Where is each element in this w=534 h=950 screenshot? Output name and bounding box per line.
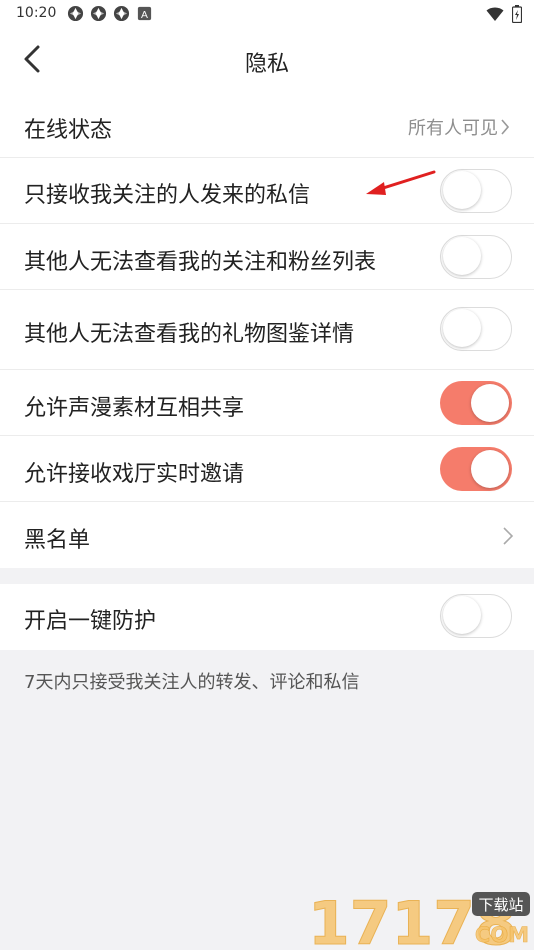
app-icon bbox=[67, 5, 84, 22]
page-title: 隐私 bbox=[244, 52, 289, 77]
protection-section: 开启一键防护 bbox=[0, 584, 534, 650]
navigation-bar: 隐私 bbox=[0, 28, 534, 92]
system-icons bbox=[486, 5, 522, 23]
chevron-right-icon bbox=[503, 527, 514, 545]
a-badge-icon: A bbox=[137, 6, 152, 21]
one-key-protection-row: 开启一键防护 bbox=[0, 584, 534, 650]
toggle-knob bbox=[443, 237, 481, 275]
privacy-settings-section: 在线状态 所有人可见 只接收我关注的人发来的私信 其他人无法查看我的关注和粉丝列… bbox=[0, 92, 534, 568]
protection-note: 7天内只接受我关注人的转发、评论和私信 bbox=[24, 672, 360, 693]
app-icon bbox=[113, 5, 130, 22]
blacklist-row[interactable]: 黑名单 bbox=[0, 502, 534, 568]
theater-invites-toggle[interactable] bbox=[440, 447, 512, 491]
hide-gift-collection-row: 其他人无法查看我的礼物图鉴详情 bbox=[0, 290, 534, 370]
battery-icon bbox=[512, 5, 522, 23]
hide-gift-collection-label: 其他人无法查看我的礼物图鉴详情 bbox=[24, 322, 355, 347]
online-status-row[interactable]: 在线状态 所有人可见 bbox=[0, 92, 534, 158]
one-key-protection-toggle[interactable] bbox=[440, 594, 512, 638]
hide-gift-collection-toggle[interactable] bbox=[440, 307, 512, 351]
one-key-protection-label: 开启一键防护 bbox=[24, 609, 157, 634]
toggle-knob bbox=[471, 384, 509, 422]
notification-icons: A bbox=[67, 5, 153, 22]
blacklist-label: 黑名单 bbox=[24, 528, 91, 553]
online-status-label: 在线状态 bbox=[24, 118, 113, 143]
theater-invites-row: 允许接收戏厅实时邀请 bbox=[0, 436, 534, 502]
share-materials-row: 允许声漫素材互相共享 bbox=[0, 370, 534, 436]
theater-invites-label: 允许接收戏厅实时邀请 bbox=[24, 462, 245, 487]
share-materials-label: 允许声漫素材互相共享 bbox=[24, 396, 245, 421]
hide-follow-list-label: 其他人无法查看我的关注和粉丝列表 bbox=[24, 250, 377, 275]
share-materials-toggle[interactable] bbox=[440, 381, 512, 425]
wifi-icon bbox=[486, 7, 504, 21]
toggle-knob bbox=[443, 596, 481, 634]
online-status-value-text: 所有人可见 bbox=[408, 118, 498, 139]
a-badge-letter: A bbox=[141, 10, 148, 21]
watermark-tag: 下载站 bbox=[478, 896, 523, 914]
app-icon bbox=[90, 5, 107, 22]
status-bar: 10:20 A bbox=[0, 0, 534, 28]
toggle-knob bbox=[471, 450, 509, 488]
annotation-arrow-icon bbox=[366, 170, 436, 195]
only-followed-messages-row: 只接收我关注的人发来的私信 bbox=[0, 158, 534, 224]
hide-follow-list-row: 其他人无法查看我的关注和粉丝列表 bbox=[0, 224, 534, 290]
only-followed-messages-toggle[interactable] bbox=[440, 169, 512, 213]
toggle-knob bbox=[443, 309, 481, 347]
watermark-domain: COM bbox=[475, 923, 529, 947]
toggle-knob bbox=[443, 171, 481, 209]
chevron-right-icon bbox=[501, 119, 510, 135]
hide-follow-list-toggle[interactable] bbox=[440, 235, 512, 279]
status-time: 10:20 bbox=[16, 5, 57, 21]
only-followed-messages-label: 只接收我关注的人发来的私信 bbox=[24, 183, 311, 208]
site-watermark-logo: 17178 下载站 COM bbox=[308, 889, 530, 950]
online-status-value[interactable]: 所有人可见 bbox=[408, 114, 510, 140]
